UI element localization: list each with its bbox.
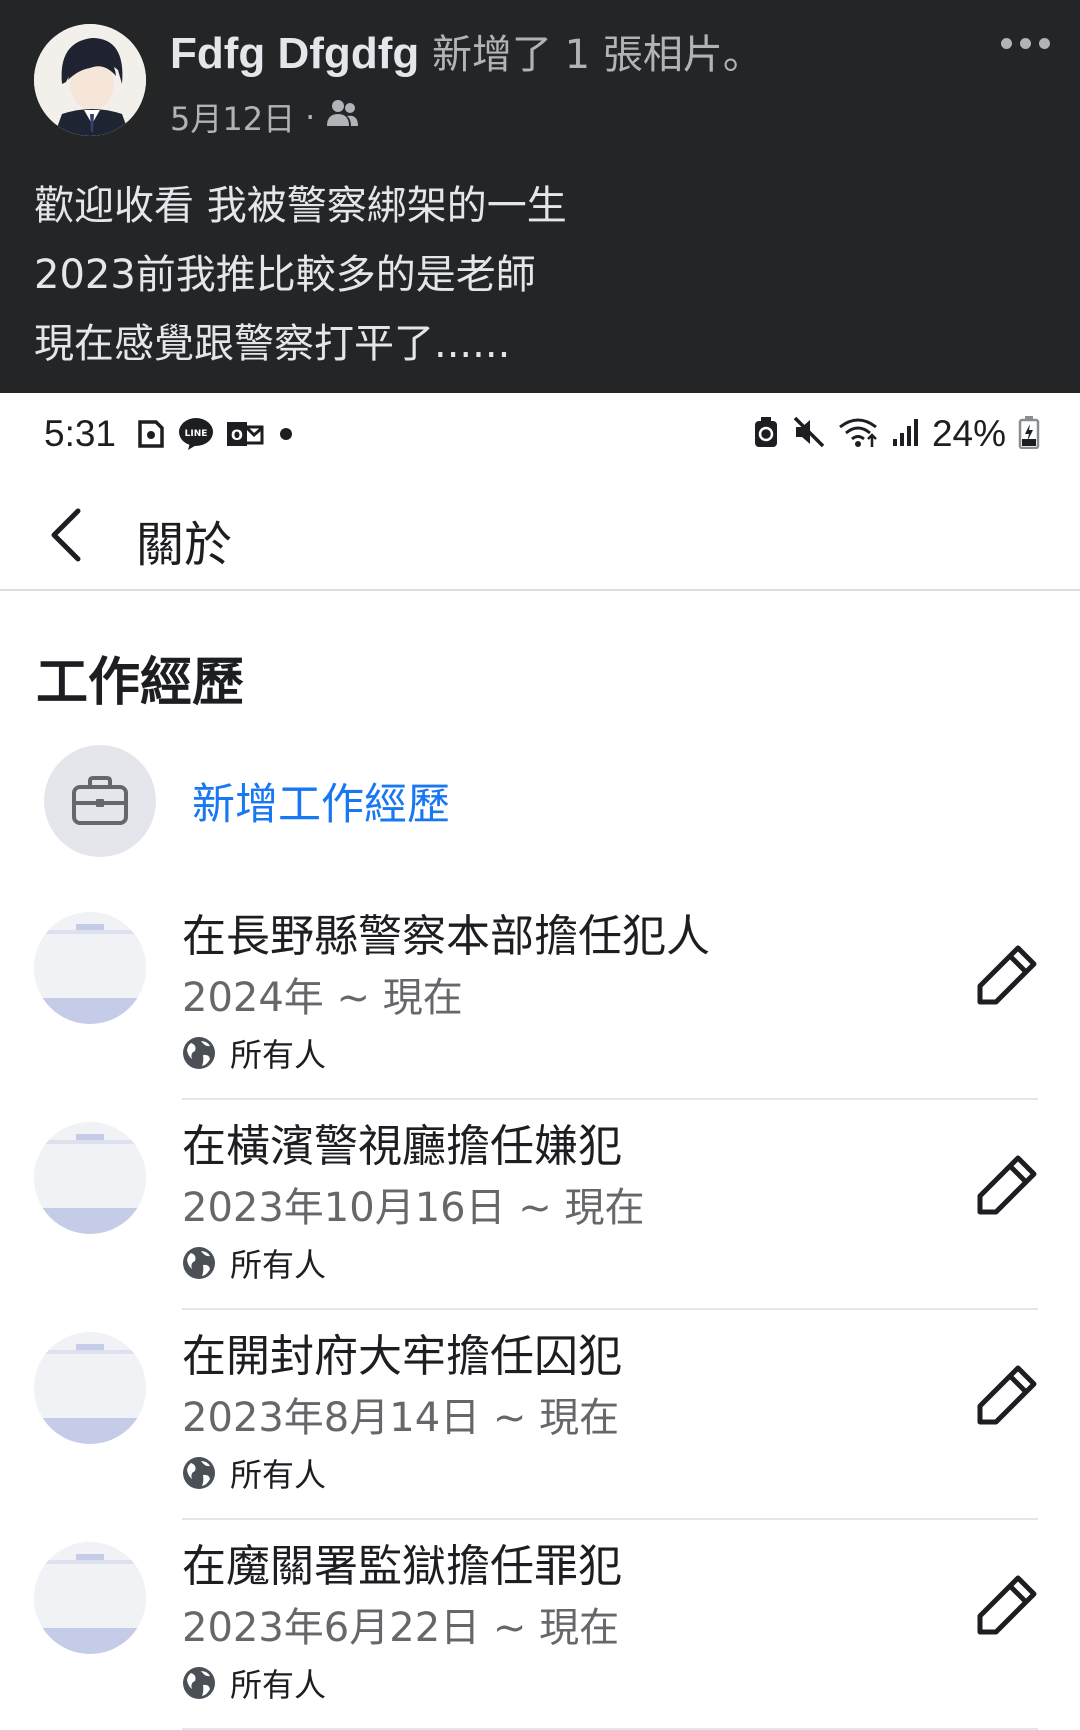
audience-label: 所有人 — [230, 1666, 327, 1704]
audience: 所有人 — [182, 1240, 326, 1286]
globe-icon — [183, 1457, 215, 1489]
post-line: 2023前我推比較多的是老師 — [34, 252, 536, 298]
globe-icon — [183, 1037, 215, 1069]
post-line: 歡迎收看 我被警察綁架的一生 — [34, 183, 567, 229]
post-card: Fdfg Dfgdfg 新增了 1 張相片。 5月12日 · 歡迎收看 我被警察… — [0, 0, 1080, 393]
status-bar: 5:31 LINE O 24% — [0, 393, 1080, 483]
notification-icon — [136, 418, 166, 454]
workplace-icon — [34, 1122, 146, 1234]
mute-icon — [792, 415, 826, 453]
work-dates: 2024年 ~ 現在 — [182, 975, 463, 1021]
app-bar: 關於 — [0, 483, 1080, 591]
edit-pencil-icon[interactable] — [974, 1362, 1040, 1428]
audience-label: 所有人 — [230, 1456, 327, 1494]
work-title: 在長野縣警察本部擔任犯人 — [182, 911, 710, 962]
post-line: 現在感覺跟警察打平了...... — [34, 321, 511, 367]
post-text: 歡迎收看 我被警察綁架的一生 2023前我推比較多的是老師 現在感覺跟警察打平了… — [34, 172, 567, 379]
post-date[interactable]: 5月12日 — [170, 94, 295, 140]
alarm-icon — [752, 415, 780, 453]
signal-icon — [892, 417, 920, 451]
audience: 所有人 — [182, 1660, 326, 1706]
audience: 所有人 — [182, 1030, 326, 1076]
outlook-icon: O — [226, 419, 264, 453]
line-icon: LINE — [178, 417, 214, 455]
friends-icon[interactable] — [325, 98, 359, 136]
page-title: 關於 — [136, 517, 233, 573]
status-right-icons: 24% — [752, 413, 1040, 455]
work-dates: 2023年6月22日 ~ 現在 — [182, 1605, 620, 1651]
edit-pencil-icon[interactable] — [974, 942, 1040, 1008]
dot-icon — [276, 424, 296, 448]
svg-text:LINE: LINE — [185, 429, 208, 439]
audience: 所有人 — [182, 1450, 326, 1496]
work-dates: 2023年8月14日 ~ 現在 — [182, 1395, 620, 1441]
wifi-icon — [838, 415, 880, 453]
status-time: 5:31 — [44, 413, 117, 454]
audience-label: 所有人 — [230, 1036, 327, 1074]
work-dates: 2023年10月16日 ~ 現在 — [182, 1185, 645, 1231]
audience-label: 所有人 — [230, 1246, 327, 1284]
work-title: 在開封府大牢擔任囚犯 — [182, 1331, 622, 1382]
add-work-label: 新增工作經歷 — [192, 780, 450, 830]
work-entry: 在長野縣警察本部擔任犯人 2024年 ~ 現在 所有人 — [0, 890, 1080, 1100]
workplace-icon — [34, 1332, 146, 1444]
globe-icon — [183, 1247, 215, 1279]
post-meta: 5月12日 · — [170, 94, 359, 140]
add-work-button[interactable]: 新增工作經歷 — [44, 745, 450, 857]
briefcase-icon — [44, 745, 156, 857]
post-action-text: 新增了 1 張相片。 — [431, 32, 763, 78]
back-arrow-icon[interactable] — [40, 503, 96, 567]
battery-icon — [1018, 415, 1040, 453]
battery-percent: 24% — [931, 413, 1006, 454]
section-title: 工作經歷 — [36, 653, 245, 713]
svg-text:O: O — [231, 428, 243, 444]
work-title: 在橫濱警視廳擔任嫌犯 — [182, 1121, 622, 1172]
work-entry: 在橫濱警視廳擔任嫌犯 2023年10月16日 ~ 現在 所有人 — [0, 1100, 1080, 1310]
work-entry: 在開封府大牢擔任囚犯 2023年8月14日 ~ 現在 所有人 — [0, 1310, 1080, 1520]
work-entry: 在魔關署監獄擔任罪犯 2023年6月22日 ~ 現在 所有人 — [0, 1520, 1080, 1730]
author-name[interactable]: Fdfg Dfgdfg — [170, 29, 419, 78]
edit-pencil-icon[interactable] — [974, 1152, 1040, 1218]
post-header: Fdfg Dfgdfg 新增了 1 張相片。 — [170, 22, 763, 80]
author-avatar[interactable] — [34, 24, 146, 136]
meta-separator: · — [305, 98, 316, 136]
workplace-icon — [34, 912, 146, 1024]
status-left-icons: LINE O — [136, 417, 296, 455]
more-options-icon[interactable] — [1001, 38, 1050, 49]
work-title: 在魔關署監獄擔任罪犯 — [182, 1541, 622, 1592]
globe-icon — [183, 1667, 215, 1699]
workplace-icon — [34, 1542, 146, 1654]
edit-pencil-icon[interactable] — [974, 1572, 1040, 1638]
